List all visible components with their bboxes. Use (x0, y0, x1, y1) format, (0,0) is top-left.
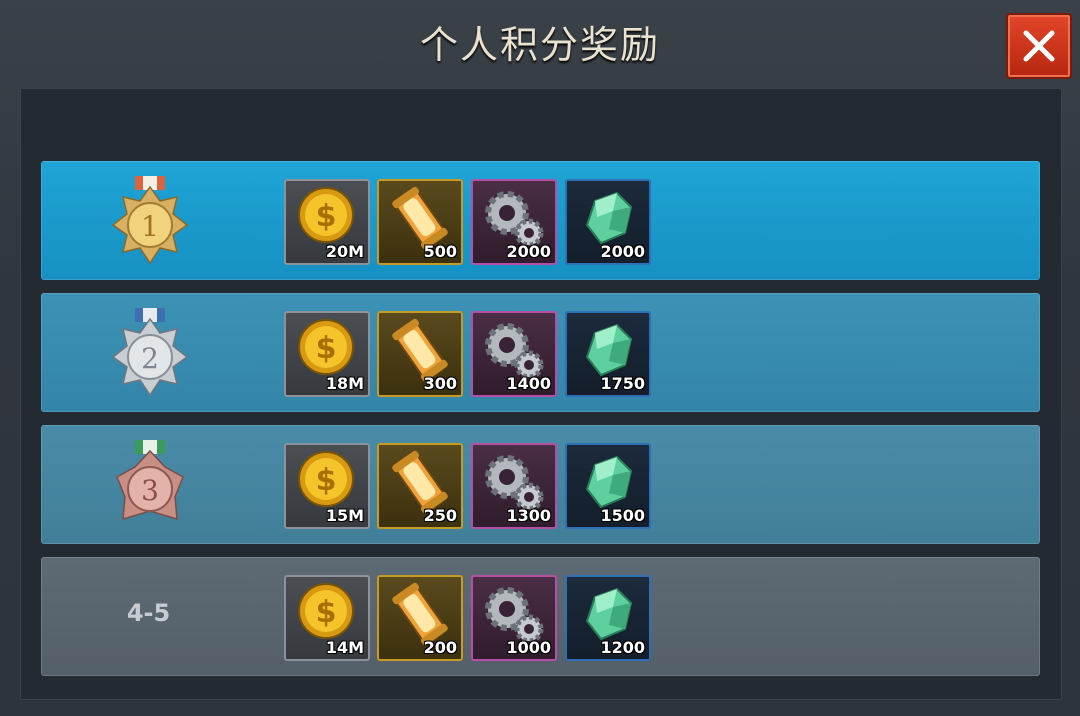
reward-row-rank-1: 1 $ 20M 500 2000 2000 (41, 161, 1040, 280)
reward-gear[interactable]: 1300 (471, 443, 557, 529)
reward-ammo-qty: 250 (423, 506, 457, 525)
reward-gear[interactable]: 1000 (471, 575, 557, 661)
medal-rank-number: 1 (141, 210, 159, 243)
reward-ammo-qty: 200 (423, 638, 457, 657)
reward-ammo[interactable]: 200 (377, 575, 463, 661)
reward-gem-qty: 1200 (600, 638, 645, 657)
reward-gear-qty: 1000 (506, 638, 551, 657)
reward-ammo[interactable]: 500 (377, 179, 463, 265)
gold-medal-icon: 1 (111, 176, 189, 265)
reward-coin[interactable]: $ 15M (284, 443, 370, 529)
reward-gem-qty: 1750 (600, 374, 645, 393)
reward-gear[interactable]: 2000 (471, 179, 557, 265)
reward-ammo-qty: 500 (423, 242, 457, 261)
svg-text:$: $ (316, 199, 337, 234)
svg-text:$: $ (316, 595, 337, 630)
reward-gear-qty: 1300 (506, 506, 551, 525)
reward-row-rank-3: 3 $ 15M 250 1300 1500 (41, 425, 1040, 544)
reward-gem[interactable]: 1750 (565, 311, 651, 397)
coin-icon: $ (298, 187, 354, 243)
reward-coin[interactable]: $ 14M (284, 575, 370, 661)
window-title: 个人积分奖励 (419, 23, 660, 67)
reward-ammo-qty: 300 (423, 374, 457, 393)
reward-gem-qty: 2000 (600, 242, 645, 261)
reward-coin-qty: 15M (325, 506, 364, 525)
coin-icon: $ (298, 451, 354, 507)
bronze-medal-icon: 3 (116, 440, 184, 521)
coin-icon: $ (298, 319, 354, 375)
reward-coin[interactable]: $ 18M (284, 311, 370, 397)
reward-ammo[interactable]: 300 (377, 311, 463, 397)
svg-text:$: $ (316, 331, 337, 366)
reward-row-rank-4-5: 4-5 $ 14M 200 1000 1200 (41, 557, 1040, 676)
rank-range-label: 4-5 (126, 599, 171, 627)
reward-window: 个人积分奖励 1 $ 20M 500 2000 2000 2 $ 18M 300… (0, 0, 1080, 716)
reward-gear[interactable]: 1400 (471, 311, 557, 397)
silver-medal-icon: 2 (111, 308, 189, 397)
reward-ammo[interactable]: 250 (377, 443, 463, 529)
reward-gem-qty: 1500 (600, 506, 645, 525)
medal-rank-number: 2 (141, 342, 159, 375)
reward-coin[interactable]: $ 20M (284, 179, 370, 265)
reward-coin-qty: 20M (325, 242, 364, 261)
reward-row-rank-2: 2 $ 18M 300 1400 1750 (41, 293, 1040, 412)
reward-gem[interactable]: 1200 (565, 575, 651, 661)
svg-text:$: $ (316, 463, 337, 498)
close-icon (1023, 30, 1055, 62)
reward-gear-qty: 1400 (506, 374, 551, 393)
close-button[interactable] (1006, 13, 1072, 79)
reward-gem[interactable]: 2000 (565, 179, 651, 265)
reward-gear-qty: 2000 (506, 242, 551, 261)
reward-coin-qty: 14M (325, 638, 364, 657)
reward-coin-qty: 18M (325, 374, 364, 393)
coin-icon: $ (298, 583, 354, 639)
medal-rank-number: 3 (141, 474, 159, 507)
reward-gem[interactable]: 1500 (565, 443, 651, 529)
